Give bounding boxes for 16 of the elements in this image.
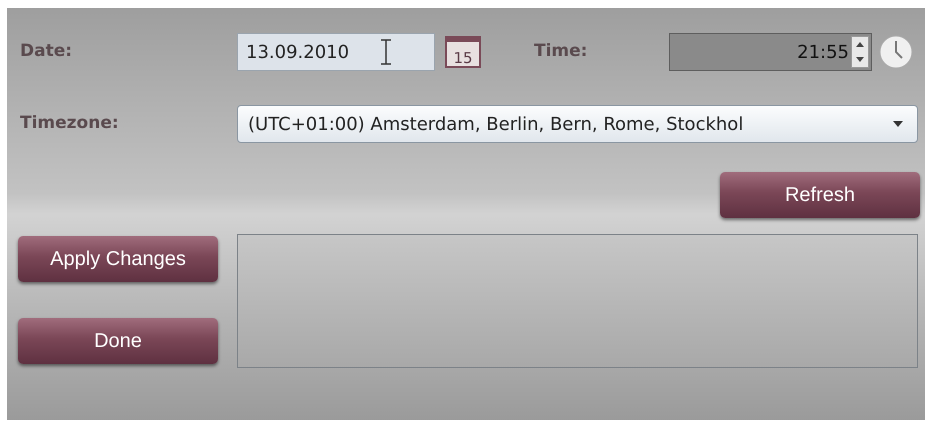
date-field[interactable]: 13.09.2010 [237, 33, 435, 71]
down-arrow-icon [856, 57, 864, 62]
timezone-dropdown[interactable]: (UTC+01:00) Amsterdam, Berlin, Bern, Rome, Stockhol [237, 105, 918, 143]
calendar-icon[interactable]: 15 [445, 36, 481, 68]
up-arrow-icon [856, 42, 864, 47]
time-label: Time: [534, 40, 588, 64]
dropdown-arrow-icon [893, 121, 903, 127]
clock-icon[interactable] [879, 35, 913, 69]
spinner-control[interactable] [851, 36, 869, 68]
text-cursor-icon [379, 39, 394, 65]
refresh-button[interactable]: Refresh [720, 172, 920, 218]
done-button[interactable]: Done [18, 318, 218, 364]
date-label: Date: [20, 40, 74, 64]
apply-changes-button[interactable]: Apply Changes [18, 236, 218, 282]
timezone-label: Timezone: [20, 112, 120, 136]
time-field[interactable]: 21:55 [669, 33, 872, 71]
